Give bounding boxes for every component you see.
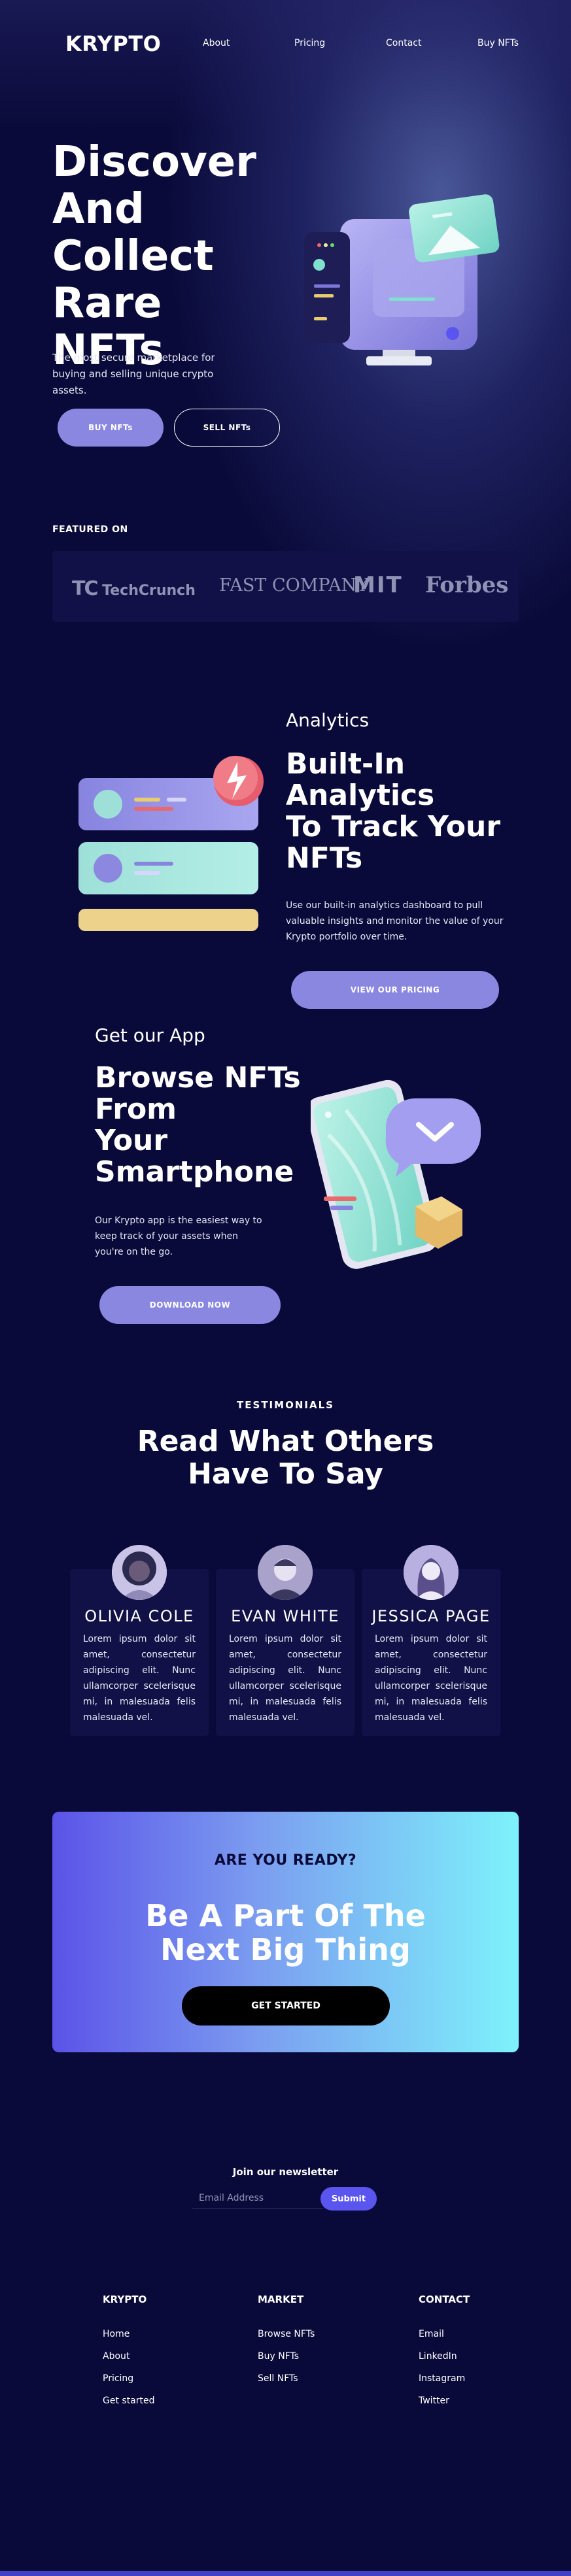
analytics-title: Built-In Analytics To Track Your NFTs — [286, 747, 501, 875]
site-header: KRYPTO About Pricing Contact Buy NFTs — [65, 31, 523, 58]
footer-link-about[interactable]: About — [103, 2351, 130, 2362]
testimonial-quote: Lorem ipsum dolor sit amet, consectetur … — [83, 1634, 196, 1723]
smartphone-illustration — [311, 1079, 481, 1269]
footer-link-home[interactable]: Home — [103, 2329, 130, 2339]
testimonial-name: EVAN WHITE — [231, 1607, 339, 1625]
nav-buy-nfts[interactable]: Buy NFTs — [477, 38, 519, 48]
testimonial-name: JESSICA PAGE — [372, 1607, 491, 1625]
testimonial-quote: Lorem ipsum dolor sit amet, consectetur … — [375, 1634, 487, 1723]
testimonial-card: JESSICA PAGE Lorem ipsum dolor sit amet,… — [362, 1545, 500, 1736]
press-logos: TC TechCrunch FAST COMPANY MIT Forbes — [52, 551, 519, 622]
view-pricing-button[interactable]: VIEW OUR PRICING — [291, 971, 499, 1009]
analytics-kicker: Analytics — [286, 709, 370, 731]
analytics-illustration — [78, 756, 264, 931]
footer-link-twitter[interactable]: Twitter — [419, 2396, 449, 2406]
brand-logo[interactable]: KRYPTO — [65, 31, 161, 56]
testimonials-kicker: TESTIMONIALS — [237, 1399, 334, 1411]
email-input[interactable] — [192, 2188, 323, 2209]
footer-heading-contact: CONTACT — [419, 2294, 470, 2305]
download-now-button[interactable]: DOWNLOAD NOW — [99, 1286, 281, 1324]
analytics-body: Use our built-in analytics dashboard to … — [286, 900, 504, 942]
cta-panel: ARE YOU READY? Be A Part Of The Next Big… — [52, 1812, 519, 2052]
cta-title: Be A Part Of The Next Big Thing — [145, 1898, 426, 1967]
nav-contact[interactable]: Contact — [386, 38, 421, 48]
cta-kicker: ARE YOU READY? — [214, 1852, 357, 1869]
get-started-button[interactable]: GET STARTED — [182, 1986, 390, 2025]
footer-link-sell-nfts[interactable]: Sell NFTs — [258, 2373, 298, 2384]
app-title: Browse NFTs From Your Smartphone — [95, 1061, 301, 1189]
nav-pricing[interactable]: Pricing — [294, 38, 325, 48]
footer-link-email[interactable]: Email — [419, 2329, 444, 2339]
sell-nfts-button[interactable]: SELL NFTs — [174, 409, 280, 447]
footer-link-get-started[interactable]: Get started — [103, 2396, 155, 2406]
footer-link-browse-nfts[interactable]: Browse NFTs — [258, 2329, 315, 2339]
testimonial-name: OLIVIA COLE — [84, 1607, 194, 1625]
hero-subtitle: The most secure marketplace for buying a… — [52, 352, 215, 396]
hero-title: Discover And Collect Rare NFTs — [52, 138, 256, 375]
app-body: Our Krypto app is the easiest way to kee… — [95, 1215, 262, 1257]
submit-button[interactable]: Submit — [320, 2187, 377, 2211]
footer-heading-krypto: KRYPTO — [103, 2294, 147, 2305]
testimonials-title: Read What Others Have To Say — [137, 1425, 434, 1491]
footer-link-buy-nfts[interactable]: Buy NFTs — [258, 2351, 299, 2362]
computer-illustration — [304, 194, 500, 365]
footer-link-instagram[interactable]: Instagram — [419, 2373, 465, 2384]
avatar — [112, 1545, 167, 1600]
fastcompany-logo: FAST COMPANY — [219, 575, 369, 596]
app-kicker: Get our App — [95, 1025, 205, 1046]
buy-nfts-button[interactable]: BUY NFTs — [58, 409, 164, 447]
newsletter-title: Join our newsletter — [232, 2166, 339, 2178]
testimonial-card: EVAN WHITE Lorem ipsum dolor sit amet, c… — [216, 1545, 355, 1736]
mit-logo: MIT — [353, 572, 403, 598]
footer-link-linkedin[interactable]: LinkedIn — [419, 2351, 457, 2362]
nav-about[interactable]: About — [203, 38, 230, 48]
footer-link-pricing[interactable]: Pricing — [103, 2373, 133, 2384]
testimonial-card: OLIVIA COLE Lorem ipsum dolor sit amet, … — [70, 1545, 209, 1736]
featured-label: FEATURED ON — [52, 524, 128, 535]
footer-heading-market: MARKET — [258, 2294, 304, 2305]
bottom-accent-bar — [0, 2571, 571, 2576]
avatar — [258, 1545, 313, 1600]
forbes-logo: Forbes — [425, 572, 509, 598]
testimonial-quote: Lorem ipsum dolor sit amet, consectetur … — [229, 1634, 341, 1723]
avatar — [404, 1545, 459, 1600]
techcrunch-logo: TC TechCrunch — [72, 577, 196, 600]
